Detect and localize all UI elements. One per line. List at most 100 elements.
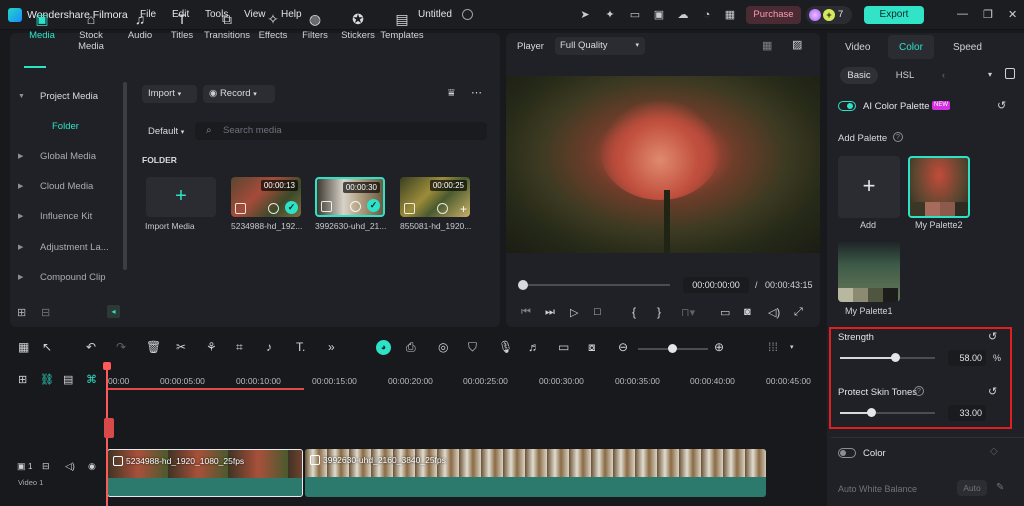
playhead-handle[interactable] [103,362,111,370]
zoom-in-icon[interactable]: ⊕ [714,340,724,354]
tab-stock-media[interactable]: ⌂ Stock Media [65,12,117,52]
media-clip-thumbnail[interactable]: 00:00:30 ✓ [315,177,385,217]
tab-transitions[interactable]: ⧉ Transitions [201,12,253,41]
keyframe-icon[interactable]: ◇ [990,446,998,457]
display-icon[interactable]: ▭ [720,306,730,319]
tab-media[interactable]: ▣ Media [16,12,68,41]
send-icon[interactable]: ➤ [578,8,592,22]
palette-my-palette2[interactable] [908,156,970,218]
sidebar-item-folder[interactable]: Folder [10,116,120,138]
reset-icon[interactable]: ↺ [997,99,1006,112]
add-palette-button[interactable]: + [838,156,900,218]
ai-camera-icon[interactable]: ⎙ [406,340,416,355]
subtab-basic[interactable]: Basic [840,67,878,84]
play-icon[interactable]: ▷ [570,306,578,319]
sidebar-scrollbar[interactable] [123,82,127,270]
quality-dropdown[interactable]: Full Quality ▾ [555,37,645,55]
volume-icon[interactable]: ◁) [65,461,75,472]
strength-value-input[interactable]: 58.00 [948,350,986,366]
ai-robot-icon[interactable]: ◕ [376,340,391,355]
chevron-down-icon[interactable]: ▾ [790,343,794,351]
player-progress-bar[interactable] [520,284,670,286]
playhead-marker[interactable] [104,418,114,438]
grid-layout-icon[interactable]: ⁞⁞⁞ [768,340,778,354]
tab-speed[interactable]: Speed [953,42,982,53]
auto-white-balance-button[interactable]: Auto [957,480,987,496]
media-clip-thumbnail[interactable]: 00:00:25 + [400,177,470,217]
select-tool-icon[interactable]: ↖ [42,340,52,354]
sidebar-item-project-media[interactable]: ▼ Project Media [10,86,120,108]
credits-badge[interactable]: +7 [806,6,852,24]
volume-icon[interactable]: ◁) [768,306,780,319]
eyedropper-icon[interactable]: ✎ [996,482,1004,493]
timeline-clip[interactable]: 5234988-hd_1920_1080_25fps [107,449,303,497]
player-progress-knob[interactable] [518,280,528,290]
tab-color[interactable]: Color [899,42,923,53]
help-icon[interactable]: ? [914,386,924,396]
layout-icon[interactable]: ▦ [18,340,29,354]
text-icon[interactable]: T. [296,340,305,354]
skin-reset-icon[interactable]: ↺ [988,385,997,398]
add-icon[interactable]: + [460,202,467,216]
previous-frame-icon[interactable]: ⏮ [521,306,531,319]
media-clip-thumbnail[interactable]: 00:00:13 ✓ [231,177,301,217]
restore-icon[interactable]: ❐ [983,8,993,21]
sidebar-item-cloud-media[interactable]: ▶ Cloud Media [10,176,120,198]
timeline-clip[interactable]: 3992630-uhd_2160_3840_25fps [305,449,766,497]
snap-icon[interactable]: ⌘ [86,373,97,386]
filter-icon[interactable]: ⩸ [448,87,455,100]
minimize-icon[interactable]: — [957,8,968,20]
crop-range-icon[interactable]: ⊓▾ [681,306,695,319]
panel-toggle-icon[interactable] [1005,68,1015,79]
grid-icon[interactable]: ▦ [723,8,737,22]
collapse-sidebar-icon[interactable]: ◂ [107,305,120,318]
tab-video[interactable]: Video [845,42,870,53]
purchase-button[interactable]: Purchase [746,6,801,24]
save-icon[interactable]: ▣ [652,8,666,22]
fullscreen-icon[interactable]: ⤢ [794,306,803,319]
grid-view-icon[interactable]: ▦ [762,39,772,52]
sort-dropdown[interactable]: Default ▾ [148,126,184,137]
help-icon[interactable]: ? [893,132,903,142]
skin-value-input[interactable]: 33.00 [948,405,986,421]
more-tools-icon[interactable]: » [328,340,335,354]
monitor-icon[interactable]: ▭ [628,8,642,22]
stop-icon[interactable]: □ [594,306,601,318]
redo-icon[interactable]: ↷ [116,340,126,354]
crop-icon[interactable]: ⌗ [236,340,243,355]
eye-icon[interactable]: ◉ [88,461,96,472]
chevron-down-icon[interactable]: ▾ [988,70,992,79]
import-media-tile[interactable]: + [146,177,216,217]
close-icon[interactable]: ✕ [1008,8,1017,21]
export-button[interactable]: Export [864,6,924,24]
import-button[interactable]: Import ▾ [142,85,197,103]
strength-reset-icon[interactable]: ↺ [988,330,997,343]
lightbulb-icon[interactable]: ✦ [603,8,617,22]
snapshot-image-icon[interactable]: ▨ [792,38,802,51]
screen-record-icon[interactable]: ▭ [558,340,569,354]
folder-icon[interactable]: ⊟ [42,461,50,472]
ai-color-palette-toggle[interactable] [838,101,856,111]
cut-icon[interactable]: ✂ [176,340,186,354]
color-toggle[interactable] [838,448,856,458]
more-options-icon[interactable]: ⋯ [471,86,482,99]
tab-templates[interactable]: ▤ Templates [376,12,428,41]
track-manager-icon[interactable]: ▤ [63,373,73,386]
zoom-out-icon[interactable]: ⊖ [618,340,628,354]
step-forward-icon[interactable]: ⏭ [545,306,555,319]
palette-my-palette1[interactable] [838,240,900,302]
zoom-slider-knob[interactable] [668,344,677,353]
sidebar-item-adjustment-layer[interactable]: ▶ Adjustment La... [10,237,120,259]
audio-stretch-icon[interactable]: ♪ [266,340,272,354]
subtab-hsl[interactable]: HSL [888,67,922,84]
record-button[interactable]: ◉ Record ▾ [203,85,275,103]
strength-slider-knob[interactable] [891,353,900,362]
undo-icon[interactable]: ↶ [86,340,96,354]
replace-icon[interactable]: ⧇ [588,340,596,355]
new-folder-icon[interactable]: ⊞ [17,306,26,319]
cloud-upload-icon[interactable]: ☁ [676,8,690,22]
link-track-icon[interactable]: ⛓ [40,373,54,386]
add-track-icon[interactable]: ⊞ [18,373,27,386]
skin-slider-knob[interactable] [867,408,876,417]
chevron-left-icon[interactable]: ‹ [942,70,945,80]
